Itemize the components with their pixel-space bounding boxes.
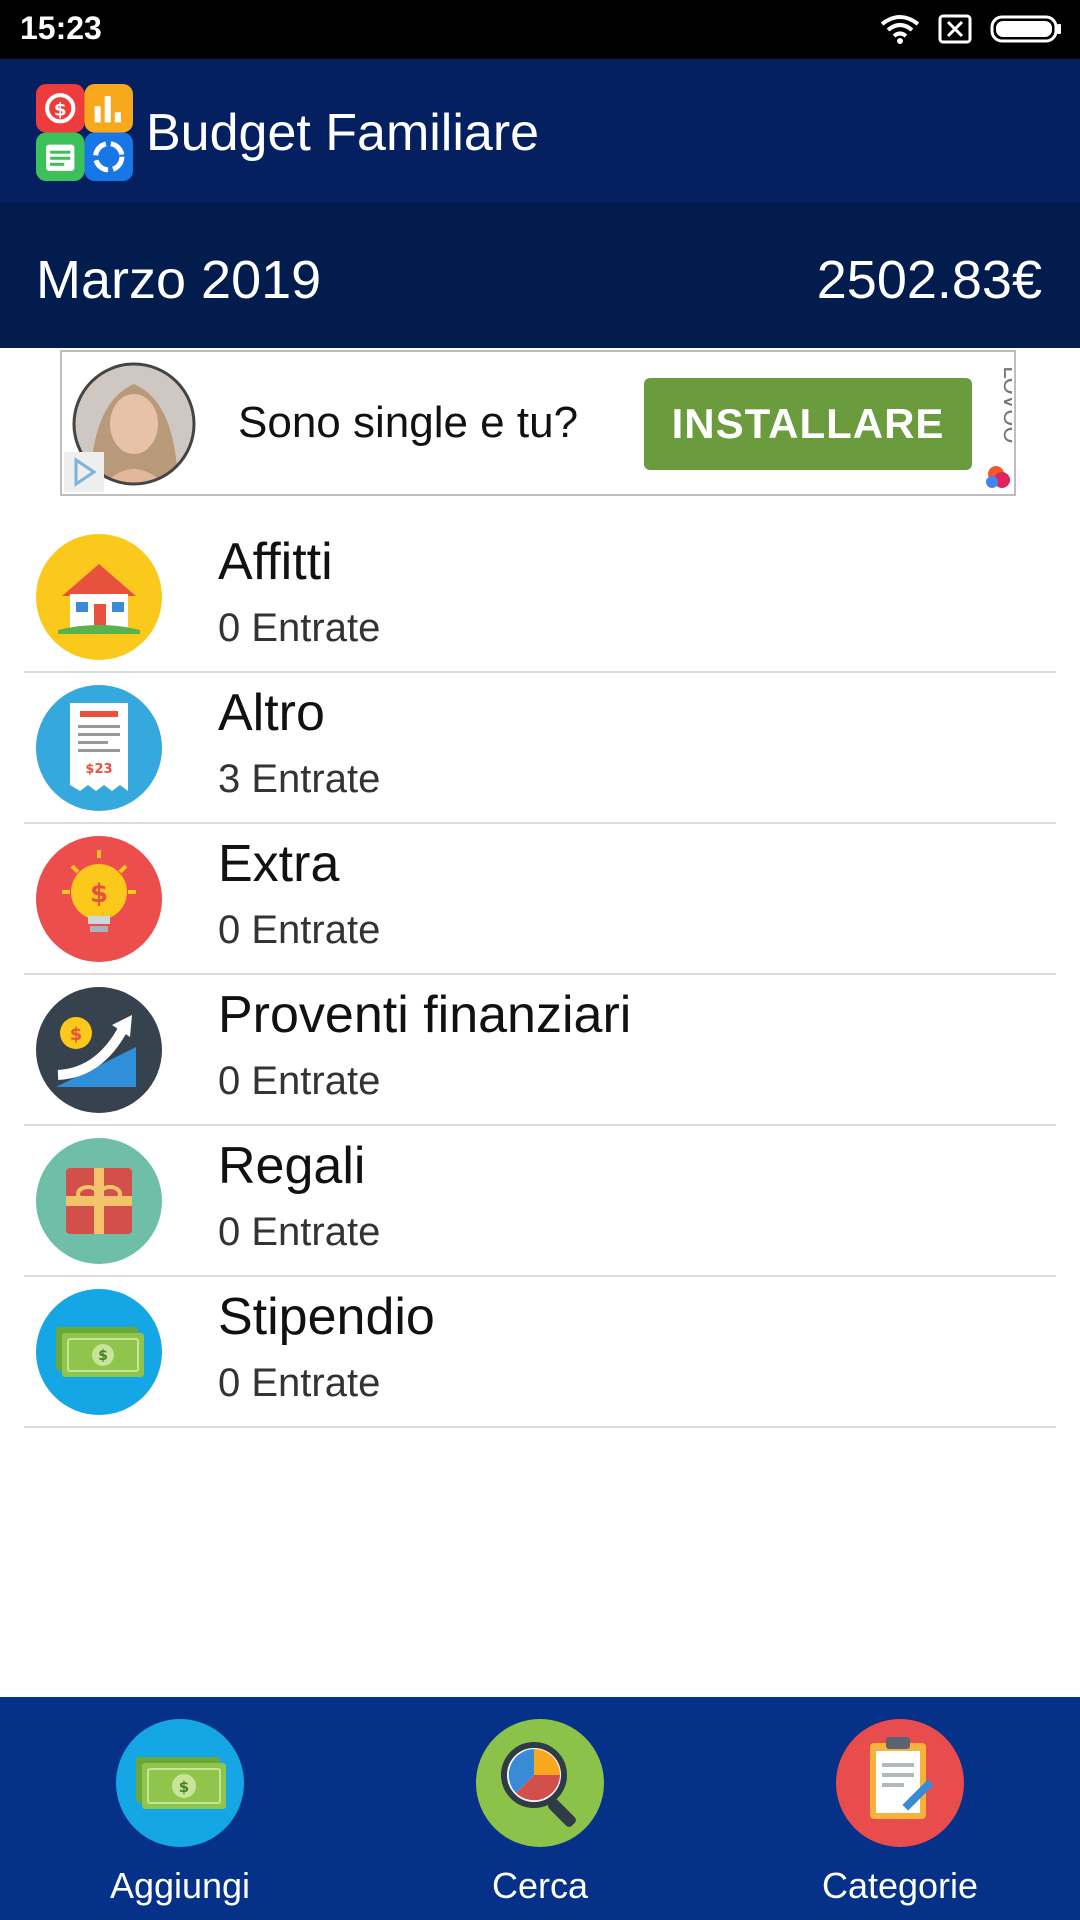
nav-categorie-button[interactable]: Categorie [750, 1697, 1050, 1920]
ad-banner[interactable]: Sono single e tu? INSTALLARE LOVOO [60, 350, 1016, 496]
banknotes-icon: $ [116, 1719, 244, 1847]
month-label: Marzo 2019 [36, 250, 322, 310]
svg-text:$: $ [98, 1348, 108, 1364]
ad-choices-icon[interactable] [64, 452, 104, 492]
nav-label: Categorie [821, 1865, 979, 1906]
month-summary-bar[interactable]: Marzo 2019 2502.83€ [0, 203, 1080, 348]
category-name: Extra [218, 835, 340, 893]
gift-icon [36, 1138, 162, 1264]
category-count: 0 Entrate [218, 908, 381, 952]
receipt-icon: $23 [36, 685, 162, 811]
category-name: Affitti [218, 533, 333, 591]
category-name: Stipendio [218, 1288, 435, 1346]
svg-text:$: $ [70, 1024, 83, 1045]
app-title: Budget Familiare [146, 104, 540, 162]
category-count: 0 Entrate [218, 1059, 381, 1103]
category-name: Proventi finanziari [218, 986, 632, 1044]
list-item-regali[interactable]: Regali 0 Entrate [0, 1126, 1080, 1277]
list-item-stipendio[interactable]: $ Stipendio 0 Entrate [0, 1277, 1080, 1428]
ad-brand-logo: LOVOO [986, 366, 1012, 488]
ad-install-button[interactable]: INSTALLARE [644, 378, 972, 470]
svg-text:$: $ [179, 1778, 189, 1796]
category-name: Altro [218, 684, 325, 742]
no-sim-icon [938, 14, 972, 44]
category-name: Regali [218, 1137, 366, 1195]
list-item-extra[interactable]: $ Extra 0 Entrate [0, 824, 1080, 975]
row-divider [24, 1426, 1056, 1428]
svg-text:$: $ [54, 99, 67, 120]
list-item-affitti[interactable]: Affitti 0 Entrate [0, 522, 1080, 673]
category-list: Affitti 0 Entrate $23 Altro 3 Entrate $ … [0, 522, 1080, 1428]
nav-aggiungi-button[interactable]: $ Aggiungi [30, 1697, 330, 1920]
category-count: 3 Entrate [218, 757, 381, 801]
category-count: 0 Entrate [218, 606, 381, 650]
growth-chart-coin-icon: $ [36, 987, 162, 1113]
svg-text:$23: $23 [85, 762, 112, 777]
clipboard-pencil-icon [836, 1719, 964, 1847]
banknotes-icon: $ [36, 1289, 162, 1415]
list-item-proventi-finanziari[interactable]: $ Proventi finanziari 0 Entrate [0, 975, 1080, 1126]
lightbulb-dollar-icon: $ [36, 836, 162, 962]
status-time: 15:23 [20, 10, 102, 46]
wifi-icon [880, 15, 920, 44]
svg-text:LOVOO: LOVOO [998, 366, 1012, 444]
app-bar: $ Budget Familiare [0, 59, 1080, 203]
budget-app-logo-icon: $ [36, 84, 133, 181]
bottom-nav: $ Aggiungi Cerca Categorie [0, 1697, 1080, 1920]
svg-text:$: $ [90, 879, 108, 909]
list-item-altro[interactable]: $23 Altro 3 Entrate [0, 673, 1080, 824]
status-bar: 15:23 [0, 0, 1080, 59]
house-icon [36, 534, 162, 660]
status-icons [880, 12, 1062, 46]
nav-label: Aggiungi [109, 1865, 251, 1906]
nav-cerca-button[interactable]: Cerca [390, 1697, 690, 1920]
nav-label: Cerca [491, 1865, 589, 1906]
magnifier-pie-icon [476, 1719, 604, 1847]
category-count: 0 Entrate [218, 1361, 381, 1405]
battery-icon [990, 15, 1061, 43]
category-count: 0 Entrate [218, 1210, 381, 1254]
ad-text: Sono single e tu? [238, 398, 579, 447]
total-amount: 2502.83€ [816, 250, 1042, 310]
